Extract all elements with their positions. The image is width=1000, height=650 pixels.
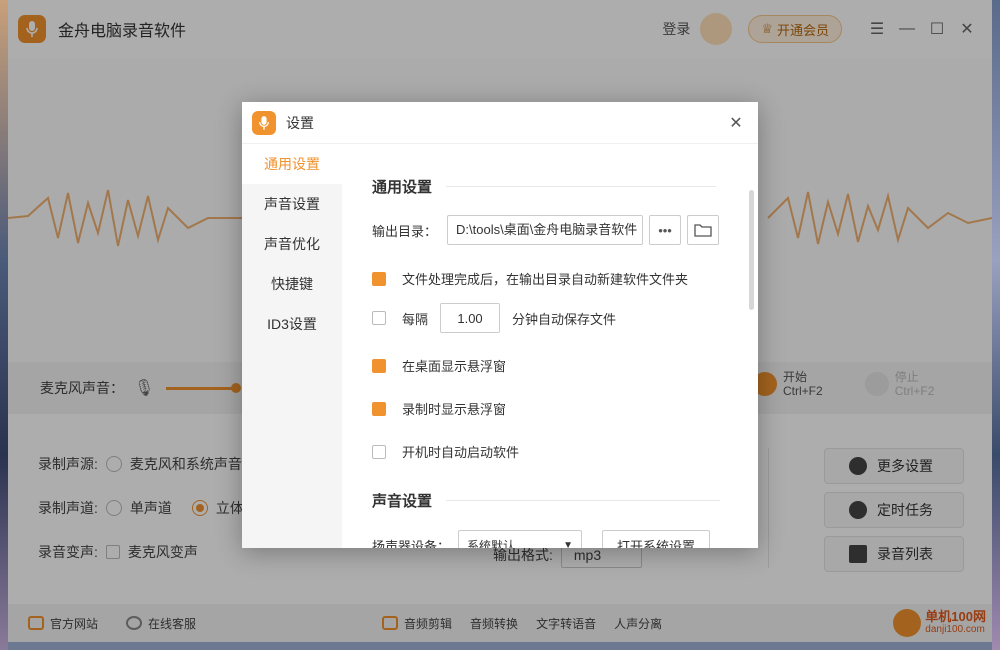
auto-save-suffix: 分钟自动保存文件 xyxy=(512,311,617,327)
record-float-label: 录制时显示悬浮窗 xyxy=(402,402,507,417)
auto-save-interval-input[interactable]: 1.00 xyxy=(440,303,501,333)
desktop-float-label: 在桌面显示悬浮窗 xyxy=(402,359,507,374)
nav-hotkeys[interactable]: 快捷键 xyxy=(242,264,342,304)
output-dir-input[interactable]: D:\tools\桌面\金舟电脑录音软件 xyxy=(447,215,644,245)
section-sound-title: 声音设置 xyxy=(372,493,433,510)
option-record-float: 录制时显示悬浮窗 xyxy=(372,399,506,418)
speaker-label: 扬声器设备： xyxy=(372,538,451,549)
more-dots-icon[interactable]: ••• xyxy=(649,215,682,245)
chevron-down-icon: ▼ xyxy=(563,539,574,549)
speaker-value: 系统默认 xyxy=(467,538,516,549)
dialog-close-icon[interactable]: ✕ xyxy=(724,111,748,135)
desktop-background-left xyxy=(0,0,8,650)
auto-folder-checkbox[interactable] xyxy=(372,271,386,286)
nav-sound[interactable]: 声音设置 xyxy=(242,184,342,224)
nav-general[interactable]: 通用设置 xyxy=(242,144,342,184)
settings-nav: 通用设置 声音设置 声音优化 快捷键 ID3设置 xyxy=(242,144,342,548)
desktop-float-checkbox[interactable] xyxy=(372,358,386,373)
section-general-title: 通用设置 xyxy=(372,179,433,196)
settings-dialog: 设置 ✕ 通用设置 声音设置 声音优化 快捷键 ID3设置 通用设置 输出目录：… xyxy=(242,102,758,548)
auto-folder-label: 文件处理完成后，在输出目录自动新建软件文件夹 xyxy=(402,272,689,287)
autostart-label: 开机时自动启动软件 xyxy=(402,445,520,460)
option-autostart: 开机时自动启动软件 xyxy=(372,442,519,461)
record-float-checkbox[interactable] xyxy=(372,401,386,416)
nav-sound-optimize[interactable]: 声音优化 xyxy=(242,224,342,264)
modal-overlay-top xyxy=(8,0,992,58)
nav-id3[interactable]: ID3设置 xyxy=(242,304,342,344)
autostart-checkbox[interactable] xyxy=(372,444,386,459)
section-general-divider xyxy=(446,186,716,187)
speaker-select[interactable]: 系统默认 ▼ xyxy=(458,530,583,549)
option-auto-folder: 文件处理完成后，在输出目录自动新建软件文件夹 xyxy=(372,269,688,288)
output-dir-label: 输出目录： xyxy=(372,223,438,239)
settings-content: 通用设置 输出目录： D:\tools\桌面\金舟电脑录音软件 ••• 文件处理… xyxy=(342,144,758,548)
section-sound-divider xyxy=(446,500,720,501)
option-auto-save: 每隔 1.00 分钟自动保存文件 xyxy=(372,303,616,333)
open-system-settings-button[interactable]: 打开系统设置 xyxy=(602,530,711,548)
folder-icon[interactable] xyxy=(687,215,720,245)
dialog-title: 设置 xyxy=(286,114,314,131)
auto-save-prefix: 每隔 xyxy=(402,311,429,327)
scrollbar[interactable] xyxy=(749,190,754,310)
auto-save-checkbox[interactable] xyxy=(372,311,386,325)
desktop-background-right xyxy=(992,0,1000,650)
dialog-logo-icon xyxy=(252,110,276,135)
output-dir-row: 输出目录： D:\tools\桌面\金舟电脑录音软件 ••• xyxy=(372,215,720,245)
option-desktop-float: 在桌面显示悬浮窗 xyxy=(372,356,506,375)
speaker-row: 扬声器设备： 系统默认 ▼ 打开系统设置 xyxy=(372,530,711,549)
dialog-header: 设置 ✕ xyxy=(242,102,758,144)
